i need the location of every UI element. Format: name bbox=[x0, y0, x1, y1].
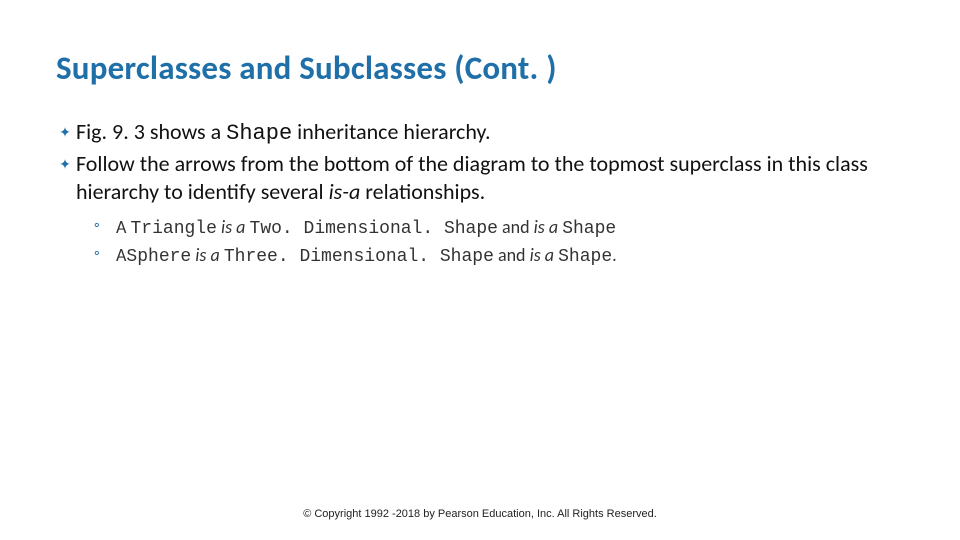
code-seg: Shape bbox=[558, 247, 612, 267]
bullet-text: Fig. 9. 3 shows a Shape inheritance hier… bbox=[76, 118, 904, 148]
code-seg: Two. Dimensional. Shape bbox=[250, 219, 498, 239]
sub-bullet-list: ◦ A Triangle is a Two. Dimensional. Shap… bbox=[94, 216, 904, 268]
ital-seg: is a bbox=[530, 244, 559, 266]
ital-seg: is a bbox=[191, 244, 224, 266]
bullet-icon: ✦ bbox=[56, 118, 74, 142]
code-seg: Shape bbox=[226, 121, 292, 146]
code-seg: Shape bbox=[562, 219, 616, 239]
ital-seg: is a bbox=[534, 216, 563, 238]
bullet-icon: ✦ bbox=[56, 150, 74, 174]
code-seg: Triangle bbox=[130, 219, 216, 239]
copyright-footer: © Copyright 1992 -2018 by Pearson Educat… bbox=[0, 508, 960, 520]
code-seg: Sphere bbox=[126, 247, 191, 267]
text-seg: Fig. 9. 3 shows a bbox=[76, 118, 226, 145]
bullet-item: ✦ Follow the arrows from the bottom of t… bbox=[56, 150, 904, 206]
bullet-text: Follow the arrows from the bottom of the… bbox=[76, 150, 904, 206]
code-seg: Three. Dimensional. Shape bbox=[224, 247, 494, 267]
slide: Superclasses and Subclasses (Cont. ) ✦ F… bbox=[0, 0, 960, 540]
sub-bullet-item: ◦ A Triangle is a Two. Dimensional. Shap… bbox=[94, 216, 904, 241]
text-seg: and bbox=[494, 244, 530, 266]
text-seg: A bbox=[116, 216, 130, 238]
ital-seg: is-a bbox=[329, 178, 361, 205]
text-seg: inheritance hierarchy. bbox=[292, 118, 490, 145]
sub-bullet-icon: ◦ bbox=[94, 244, 110, 264]
text-seg: and bbox=[498, 216, 534, 238]
sub-bullet-text: ASphere is a Three. Dimensional. Shape a… bbox=[116, 244, 904, 269]
sub-bullet-item: ◦ ASphere is a Three. Dimensional. Shape… bbox=[94, 244, 904, 269]
text-seg: A bbox=[116, 244, 126, 266]
slide-title: Superclasses and Subclasses (Cont. ) bbox=[56, 48, 904, 88]
body-content: ✦ Fig. 9. 3 shows a Shape inheritance hi… bbox=[56, 118, 904, 269]
sub-bullet-icon: ◦ bbox=[94, 216, 110, 236]
bullet-item: ✦ Fig. 9. 3 shows a Shape inheritance hi… bbox=[56, 118, 904, 148]
ital-seg: is a bbox=[217, 216, 250, 238]
text-seg: . bbox=[612, 244, 617, 266]
sub-bullet-text: A Triangle is a Two. Dimensional. Shape … bbox=[116, 216, 904, 241]
text-seg: relationships. bbox=[360, 178, 485, 205]
